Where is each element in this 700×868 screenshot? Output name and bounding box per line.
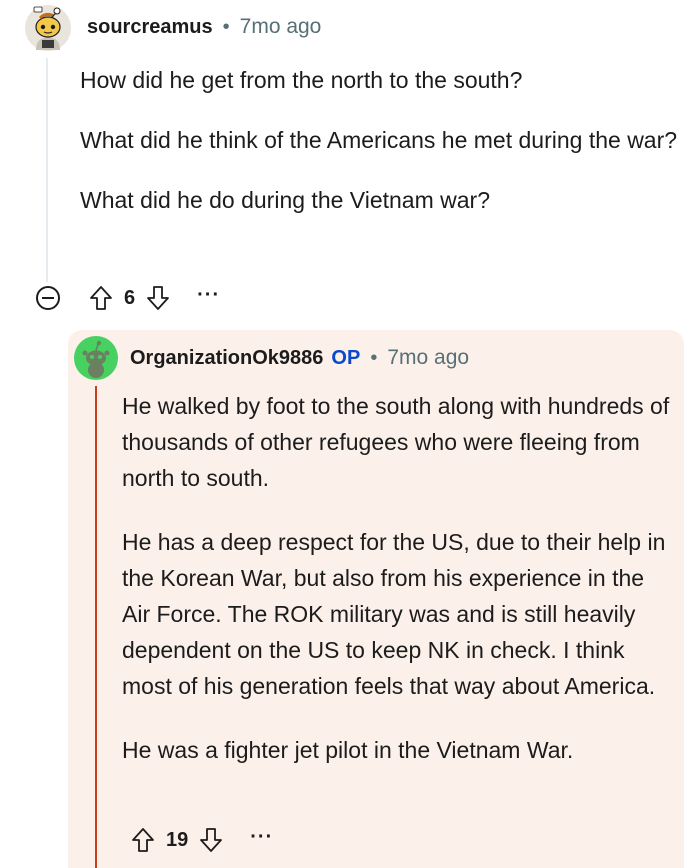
username-link[interactable]: OrganizationOk9886: [130, 347, 323, 370]
snoo-avatar-icon: [25, 5, 71, 51]
op-badge: OP: [331, 346, 361, 369]
comment-header: sourcreamus • 7mo ago: [87, 12, 321, 42]
comment-actions: 19 ···: [130, 822, 273, 858]
downvote-icon[interactable]: [198, 826, 224, 854]
downvote-icon[interactable]: [145, 284, 171, 312]
comment-paragraph: How did he get from the north to the sou…: [80, 67, 523, 93]
comment-paragraph: What did he do during the Vietnam war?: [80, 187, 490, 213]
reply-thread-line[interactable]: [95, 386, 97, 868]
meta-separator: •: [370, 346, 378, 369]
meta-separator: •: [222, 15, 230, 38]
comment-body: He walked by foot to the south along wit…: [122, 388, 672, 796]
comment-paragraph: He has a deep respect for the US, due to…: [122, 529, 666, 699]
comment-paragraph: He walked by foot to the south along wit…: [122, 393, 670, 491]
upvote-icon[interactable]: [88, 284, 114, 312]
comment-paragraph: What did he think of the Americans he me…: [80, 127, 678, 153]
timestamp[interactable]: 7mo ago: [387, 346, 469, 370]
snoo-avatar-icon: [74, 336, 118, 380]
collapse-icon[interactable]: [36, 286, 60, 310]
vote-score: 6: [124, 286, 136, 309]
more-options-icon[interactable]: ···: [197, 285, 220, 306]
parent-thread-line[interactable]: [46, 58, 48, 282]
comment-header: OrganizationOk9886 OP • 7mo ago: [130, 343, 469, 373]
comment-actions: 6 ···: [36, 280, 220, 316]
more-options-icon[interactable]: ···: [250, 827, 273, 848]
avatar[interactable]: [24, 4, 72, 52]
comment-thread: sourcreamus • 7mo ago How did he get fro…: [0, 0, 700, 868]
timestamp[interactable]: 7mo ago: [240, 15, 322, 39]
avatar[interactable]: [74, 336, 118, 380]
vote-score: 19: [166, 828, 189, 851]
comment-body: How did he get from the north to the sou…: [80, 62, 680, 242]
username-link[interactable]: sourcreamus: [87, 16, 213, 39]
upvote-icon[interactable]: [130, 826, 156, 854]
comment-paragraph: He was a fighter jet pilot in the Vietna…: [122, 737, 574, 763]
